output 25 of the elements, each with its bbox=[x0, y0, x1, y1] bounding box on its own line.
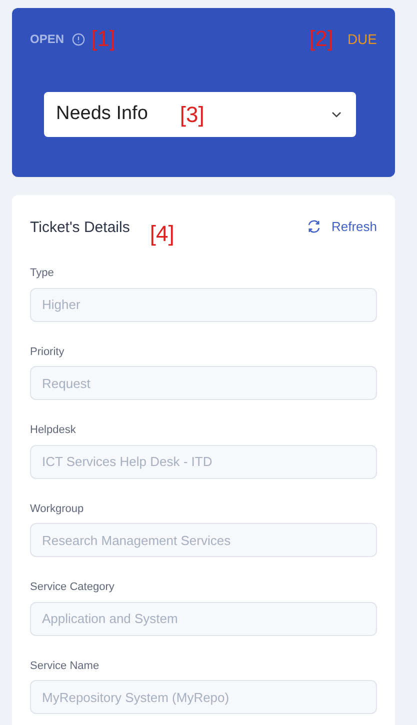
status-label: OPEN bbox=[30, 31, 64, 48]
field-label: Type bbox=[30, 266, 55, 281]
annotation-label: [3] bbox=[180, 104, 204, 126]
annotation-label: [1] bbox=[91, 28, 116, 50]
input-field[interactable]: Higher bbox=[30, 288, 377, 322]
input-field[interactable]: Research Management Services bbox=[30, 523, 377, 557]
chevron-down-icon bbox=[331, 111, 342, 118]
details-title: Ticket's Details bbox=[30, 218, 130, 238]
field-label: Workgroup bbox=[30, 502, 85, 516]
status-select[interactable]: Needs Info [3] bbox=[44, 92, 356, 137]
refresh-icon bbox=[307, 220, 322, 234]
input-field[interactable]: ICT Services Help Desk - ITD bbox=[30, 444, 377, 478]
info-icon[interactable] bbox=[72, 32, 86, 46]
field-label: Priority bbox=[30, 344, 66, 360]
select-value: Needs Info bbox=[56, 102, 148, 126]
input-field[interactable]: MyRepository System (MyRepo) bbox=[30, 680, 377, 714]
input-field[interactable]: Request bbox=[30, 366, 377, 400]
field-label: Service Name bbox=[30, 658, 100, 674]
refresh-button[interactable]: Refresh bbox=[307, 217, 377, 236]
annotation-label: [4] bbox=[150, 223, 174, 245]
annotation-label: [2] bbox=[308, 28, 334, 50]
input-field[interactable]: Application and System bbox=[30, 602, 377, 636]
field-label: Service Category bbox=[30, 580, 116, 595]
field-label: Helpdesk bbox=[30, 423, 77, 438]
due-label: DUE bbox=[347, 30, 377, 48]
